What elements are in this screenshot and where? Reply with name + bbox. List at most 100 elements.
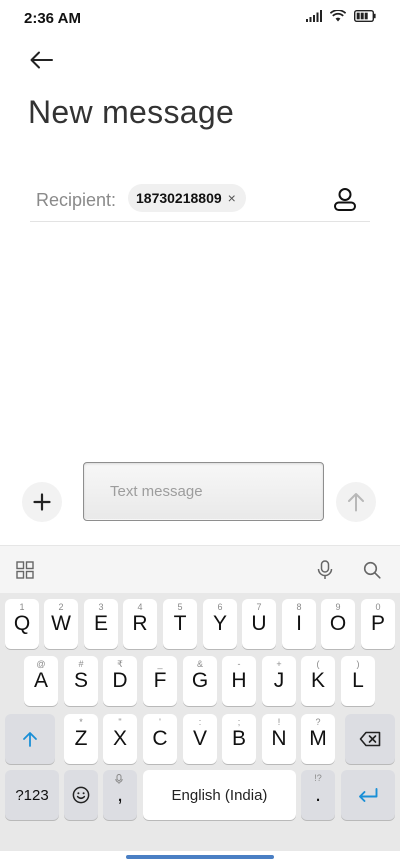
key-hint: ₹ bbox=[117, 659, 123, 669]
battery-icon bbox=[354, 10, 376, 22]
key-label: Z bbox=[74, 727, 88, 750]
key-t[interactable]: 5T bbox=[163, 599, 197, 649]
contacts-button[interactable] bbox=[330, 184, 360, 214]
period-key[interactable]: !?. bbox=[301, 770, 335, 820]
key-label: O bbox=[329, 612, 347, 635]
key-hint: # bbox=[78, 659, 84, 669]
key-hint: 8 bbox=[296, 602, 302, 612]
key-k[interactable]: (K bbox=[301, 656, 335, 706]
key-hint: !? bbox=[314, 773, 322, 783]
key-hint: ) bbox=[356, 659, 360, 669]
backspace-key[interactable] bbox=[345, 714, 395, 764]
key-hint: ' bbox=[159, 717, 161, 727]
key-hint: 6 bbox=[217, 602, 223, 612]
key-hint: ? bbox=[315, 717, 321, 727]
key-label: L bbox=[352, 669, 364, 692]
key-x[interactable]: " X bbox=[103, 714, 137, 764]
arrow-up-icon bbox=[348, 493, 364, 512]
key-r[interactable]: 4R bbox=[123, 599, 157, 649]
key-label: A bbox=[33, 669, 48, 692]
shift-arrow-icon bbox=[23, 732, 37, 747]
key-n[interactable]: ! N bbox=[262, 714, 296, 764]
key-hint: ( bbox=[316, 659, 320, 669]
recipient-chip[interactable]: 18730218809 × bbox=[128, 184, 246, 212]
key-u[interactable]: 7U bbox=[242, 599, 276, 649]
key-g[interactable]: & G bbox=[183, 656, 217, 706]
key-j[interactable]: + J bbox=[262, 656, 296, 706]
emoji-icon bbox=[72, 786, 90, 804]
key-hint: 1 bbox=[19, 602, 25, 612]
key-hint: 0 bbox=[375, 602, 381, 612]
key-label: H bbox=[231, 669, 247, 692]
microphone-icon bbox=[317, 560, 333, 579]
key-label: Y bbox=[212, 612, 227, 635]
key-l[interactable]: ) L bbox=[341, 656, 375, 706]
status-time: 2:36 AM bbox=[24, 10, 81, 27]
keyboard-search-button[interactable] bbox=[360, 558, 384, 582]
key-v[interactable]: :V bbox=[183, 714, 217, 764]
keyboard-toolbar bbox=[0, 545, 400, 593]
compose-bar bbox=[0, 456, 400, 536]
status-icons bbox=[306, 10, 376, 22]
key-label: N bbox=[271, 727, 287, 750]
enter-icon bbox=[359, 788, 378, 802]
key-q[interactable]: 1Q bbox=[5, 599, 39, 649]
search-icon bbox=[363, 561, 381, 579]
key-p[interactable]: 0P bbox=[361, 599, 395, 649]
voice-input-button[interactable] bbox=[313, 558, 337, 582]
key-hint: 3 bbox=[98, 602, 104, 612]
key-m[interactable]: ? M bbox=[301, 714, 335, 764]
mic-hint-icon bbox=[115, 774, 123, 784]
key-label: G bbox=[191, 669, 209, 692]
key-hint: 7 bbox=[256, 602, 262, 612]
key-label: D bbox=[112, 669, 128, 692]
key-label: , bbox=[117, 783, 123, 806]
back-button[interactable] bbox=[26, 46, 58, 74]
key-f[interactable]: _ F bbox=[143, 656, 177, 706]
key-label: K bbox=[310, 669, 325, 692]
key-label: W bbox=[51, 612, 71, 635]
keyboard-menu-button[interactable] bbox=[13, 558, 37, 582]
navigation-handle[interactable] bbox=[126, 855, 274, 859]
recipient-label: Recipient: bbox=[36, 190, 117, 210]
key-label: P bbox=[370, 612, 385, 635]
key-hint: + bbox=[276, 659, 282, 669]
key-label: J bbox=[273, 669, 285, 692]
key-h[interactable]: -H bbox=[222, 656, 256, 706]
shift-key[interactable] bbox=[5, 714, 55, 764]
key-a[interactable]: @ A bbox=[24, 656, 58, 706]
back-arrow-icon bbox=[30, 51, 53, 69]
key-z[interactable]: * Z bbox=[64, 714, 98, 764]
message-input[interactable] bbox=[83, 462, 324, 521]
key-s[interactable]: # S bbox=[64, 656, 98, 706]
space-key[interactable]: English (India) bbox=[143, 770, 296, 820]
key-hint: - bbox=[237, 659, 241, 669]
backspace-icon bbox=[359, 731, 381, 747]
symbols-key[interactable]: ?123 bbox=[5, 770, 59, 820]
key-o[interactable]: 9O bbox=[321, 599, 355, 649]
person-icon bbox=[334, 188, 356, 211]
enter-key[interactable] bbox=[341, 770, 395, 820]
key-y[interactable]: 6Y bbox=[203, 599, 237, 649]
key-hint: ; bbox=[237, 717, 241, 727]
key-label: . bbox=[315, 783, 321, 806]
key-hint: ! bbox=[277, 717, 281, 727]
wifi-icon bbox=[330, 10, 346, 22]
key-c[interactable]: ' C bbox=[143, 714, 177, 764]
emoji-key[interactable] bbox=[64, 770, 98, 820]
send-button[interactable] bbox=[336, 482, 376, 522]
key-label: V bbox=[192, 727, 207, 750]
key-label: M bbox=[309, 727, 327, 750]
key-e[interactable]: 3E bbox=[84, 599, 118, 649]
key-d[interactable]: ₹ D bbox=[103, 656, 137, 706]
key-label: T bbox=[173, 612, 187, 635]
key-i[interactable]: 8I bbox=[282, 599, 316, 649]
key-hint: 4 bbox=[137, 602, 143, 612]
comma-key[interactable]: , bbox=[103, 770, 137, 820]
recipient-row[interactable]: Recipient: 18730218809 × bbox=[30, 178, 370, 222]
key-w[interactable]: 2W bbox=[44, 599, 78, 649]
chip-remove-icon[interactable]: × bbox=[228, 191, 236, 205]
attach-button[interactable] bbox=[22, 482, 62, 522]
key-hint: _ bbox=[157, 659, 163, 669]
key-b[interactable]: ; B bbox=[222, 714, 256, 764]
